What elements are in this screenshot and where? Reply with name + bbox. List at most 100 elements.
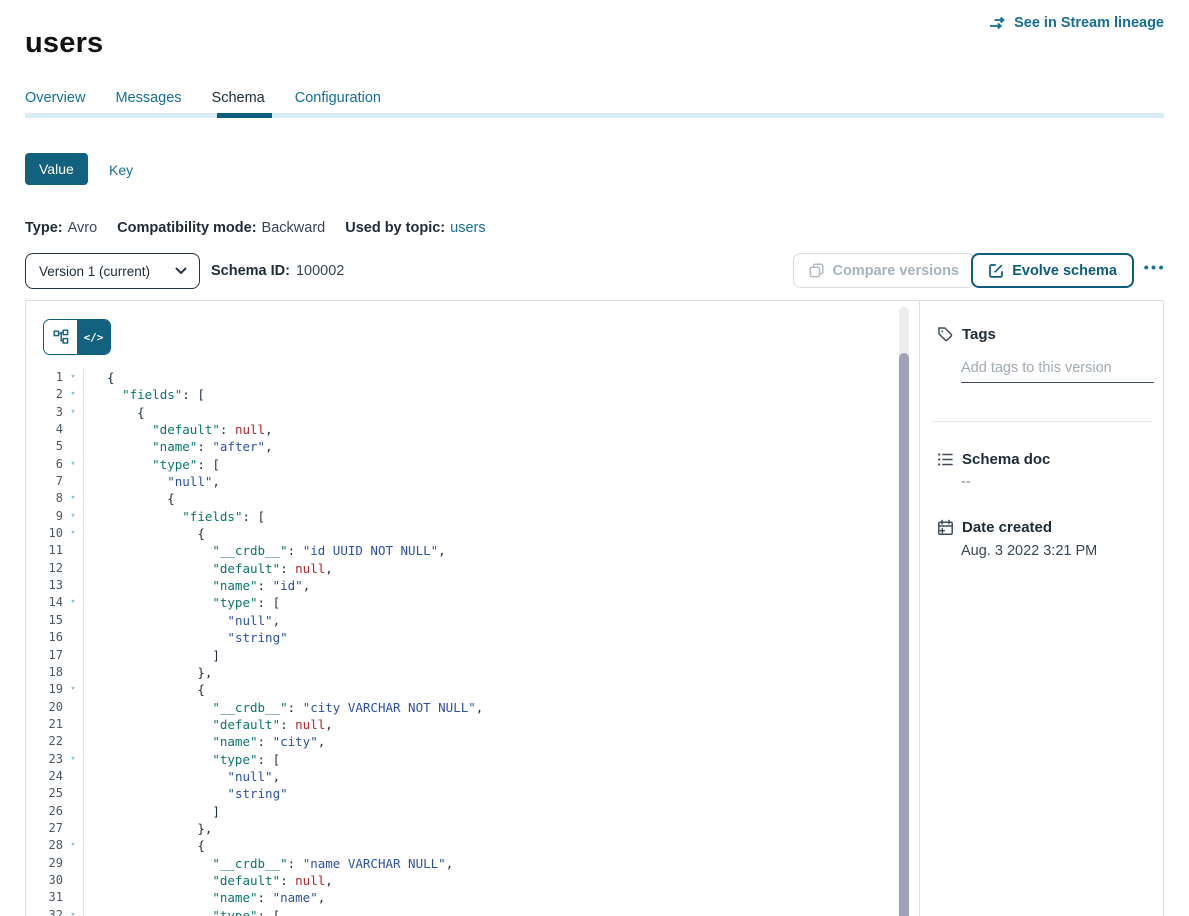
code-text: "default": null, [83, 560, 895, 577]
code-line: 10▾ { [26, 525, 895, 542]
line-number: 18 [26, 664, 63, 681]
code-text: { [83, 490, 895, 507]
line-number: 6 [26, 456, 63, 473]
code-text: { [83, 681, 895, 698]
code-text: "type": [ [83, 751, 895, 768]
line-number: 1 [26, 369, 63, 386]
line-number: 4 [26, 421, 63, 438]
fold-spacer [63, 820, 83, 837]
compare-versions-button[interactable]: Compare versions [793, 253, 975, 288]
meta-value: Backward [262, 220, 326, 236]
code-line: 8▾ { [26, 490, 895, 507]
code-text: "null", [83, 612, 895, 629]
tag-icon [937, 326, 954, 343]
code-text: "fields": [ [83, 508, 895, 525]
compare-versions-label: Compare versions [832, 263, 959, 279]
meta-value: Avro [68, 220, 98, 236]
line-number: 7 [26, 473, 63, 490]
fold-toggle-icon[interactable]: ▾ [63, 594, 83, 611]
code-text: }, [83, 820, 895, 837]
code-text: { [83, 837, 895, 854]
line-number: 31 [26, 889, 63, 906]
fold-toggle-icon[interactable]: ▾ [63, 386, 83, 403]
code-line: 31 "name": "name", [26, 889, 895, 906]
value-toggle-button[interactable]: Value [25, 153, 88, 185]
code-text: "__crdb__": "city VARCHAR NOT NULL", [83, 699, 895, 716]
code-text: "null", [83, 768, 895, 785]
editor-scrollbar-thumb[interactable] [899, 353, 909, 916]
code-text: ] [83, 803, 895, 820]
code-line: 1▾{ [26, 369, 895, 386]
code-text: "type": [ [83, 594, 895, 611]
evolve-schema-label: Evolve schema [1012, 263, 1117, 279]
code-line: 13 "name": "id", [26, 577, 895, 594]
line-number: 8 [26, 490, 63, 507]
code-line: 12 "default": null, [26, 560, 895, 577]
schema-doc-section-title: Schema doc [937, 451, 1050, 468]
fold-spacer [63, 889, 83, 906]
fold-toggle-icon[interactable]: ▾ [63, 369, 83, 386]
line-number: 20 [26, 699, 63, 716]
tab-configuration[interactable]: Configuration [295, 90, 381, 106]
code-lines: 1▾{2▾ "fields": [3▾ {4 "default": null,5… [26, 369, 895, 916]
code-text: "string" [83, 785, 895, 802]
fold-spacer [63, 577, 83, 594]
meta-value-link[interactable]: users [450, 220, 485, 236]
fold-toggle-icon[interactable]: ▾ [63, 508, 83, 525]
fold-toggle-icon[interactable]: ▾ [63, 456, 83, 473]
fold-spacer [63, 803, 83, 820]
tags-input[interactable] [961, 356, 1154, 383]
line-number: 26 [26, 803, 63, 820]
schema-doc-value: -- [961, 474, 971, 490]
line-number: 28 [26, 837, 63, 854]
fold-spacer [63, 699, 83, 716]
fold-toggle-icon[interactable]: ▾ [63, 490, 83, 507]
tree-view-button[interactable] [44, 320, 77, 354]
line-number: 17 [26, 647, 63, 664]
fold-spacer [63, 473, 83, 490]
tree-view-icon [53, 329, 69, 345]
fold-toggle-icon[interactable]: ▾ [63, 681, 83, 698]
page-title: users [25, 27, 103, 60]
tab-schema[interactable]: Schema [212, 90, 265, 106]
version-select[interactable]: Version 1 (current) [25, 253, 200, 289]
code-view-button[interactable]: </> [77, 320, 110, 354]
calendar-plus-icon [937, 519, 954, 536]
fold-toggle-icon[interactable]: ▾ [63, 525, 83, 542]
line-number: 19 [26, 681, 63, 698]
list-icon [937, 451, 954, 468]
tab-underline-track [25, 113, 1164, 118]
fold-toggle-icon[interactable]: ▾ [63, 837, 83, 854]
fold-spacer [63, 612, 83, 629]
fold-toggle-icon[interactable]: ▾ [63, 907, 83, 916]
stream-lineage-link[interactable]: See in Stream lineage [989, 15, 1164, 31]
fold-spacer [63, 560, 83, 577]
tab-messages[interactable]: Messages [115, 90, 181, 106]
code-line: 5 "name": "after", [26, 438, 895, 455]
line-number: 27 [26, 820, 63, 837]
code-text: "string" [83, 629, 895, 646]
schema-id: Schema ID: 100002 [211, 263, 344, 279]
line-number: 21 [26, 716, 63, 733]
fold-toggle-icon[interactable]: ▾ [63, 751, 83, 768]
schema-panel: </> 1▾{2▾ "fields": [3▾ {4 "default": nu… [25, 300, 1164, 916]
line-number: 3 [26, 404, 63, 421]
line-number: 32 [26, 907, 63, 916]
editor-scrollbar-track[interactable] [899, 307, 909, 916]
version-select-value: Version 1 (current) [39, 264, 150, 279]
tab-overview[interactable]: Overview [25, 90, 85, 106]
code-line: 23▾ "type": [ [26, 751, 895, 768]
tags-title-label: Tags [962, 326, 996, 343]
code-line: 2▾ "fields": [ [26, 386, 895, 403]
code-text: ] [83, 647, 895, 664]
code-text: { [83, 404, 895, 421]
schema-meta-row: Type:AvroCompatibility mode:BackwardUsed… [25, 220, 486, 236]
more-actions-button[interactable]: ••• [1138, 258, 1172, 276]
key-toggle-button[interactable]: Key [103, 161, 139, 179]
stream-lineage-icon [989, 16, 1007, 30]
fold-toggle-icon[interactable]: ▾ [63, 404, 83, 421]
schema-id-label: Schema ID: [211, 263, 290, 279]
meta-item: Used by topic:users [345, 220, 485, 236]
evolve-schema-button[interactable]: Evolve schema [971, 253, 1134, 288]
code-line: 21 "default": null, [26, 716, 895, 733]
